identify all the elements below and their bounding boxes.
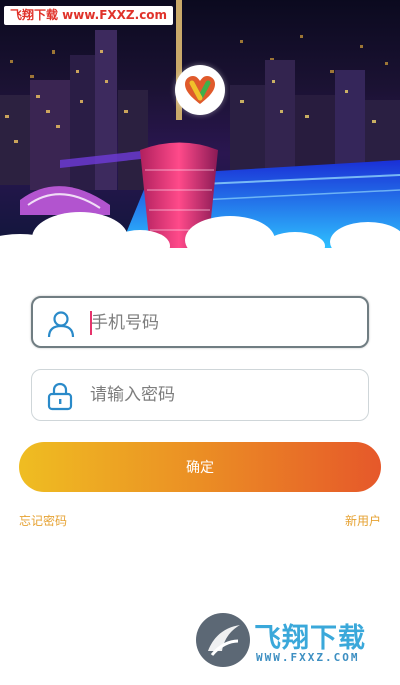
phone-field[interactable] — [31, 296, 369, 348]
watermark-url: WWW.FXXZ.COM — [256, 651, 360, 664]
user-icon — [47, 311, 75, 338]
heart-v-logo-icon — [175, 65, 225, 115]
confirm-button[interactable]: 确定 — [19, 442, 381, 492]
watermark-bottom: 飞翔下载 WWW.FXXZ.COM — [194, 611, 386, 669]
new-user-link[interactable]: 新用户 — [345, 512, 381, 529]
city-night-image — [0, 0, 400, 248]
watermark-logo-icon — [196, 613, 250, 667]
watermark-top: 飞翔下载 www.FXXZ.com — [4, 6, 174, 25]
watermark-title: 飞翔下载 — [254, 623, 366, 654]
forgot-password-link[interactable]: 忘记密码 — [19, 512, 67, 529]
lock-icon — [47, 382, 73, 411]
password-field[interactable] — [31, 369, 369, 421]
password-input[interactable] — [90, 382, 350, 408]
header-banner: 飞翔下载 www.FXXZ.com — [0, 0, 400, 248]
phone-input[interactable] — [91, 310, 351, 336]
